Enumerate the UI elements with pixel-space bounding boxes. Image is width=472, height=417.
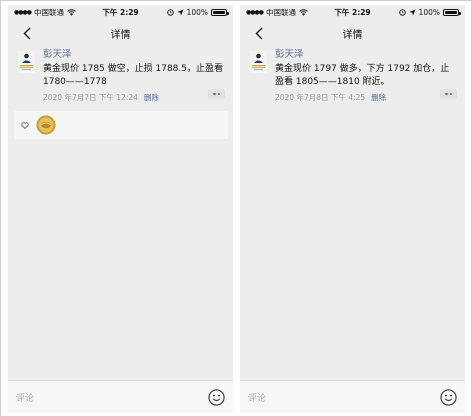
status-bar: ●●●● 中国联通 下午 2:29 100%: [8, 5, 233, 20]
screenshot-frame: ●●●● 中国联通 下午 2:29 100% 详情 彭天泽 黄金现价 1785 …: [0, 0, 472, 417]
author-name[interactable]: 彭天泽: [275, 48, 457, 62]
delete-link[interactable]: 删除: [144, 92, 159, 103]
avatar[interactable]: [250, 51, 267, 73]
battery-icon: [443, 9, 461, 16]
more-dots-icon[interactable]: [440, 89, 457, 99]
heart-icon: [21, 121, 29, 129]
nav-bar: 详情: [240, 20, 465, 46]
likes-panel: [14, 111, 228, 139]
phone-screen-2: ●●●● 中国联通 下午 2:29 100% 详情 彭天泽 黄金现价 1797 …: [240, 5, 465, 413]
page-title: 详情: [342, 29, 363, 41]
status-bar: ●●●● 中国联通 下午 2:29 100%: [240, 5, 465, 20]
comment-input[interactable]: 评论: [16, 391, 208, 404]
back-button[interactable]: [252, 26, 266, 40]
page-title: 详情: [110, 29, 131, 41]
location-icon: [176, 9, 184, 16]
alarm-icon: [398, 9, 406, 16]
phone-screen-1: ●●●● 中国联通 下午 2:29 100% 详情 彭天泽 黄金现价 1785 …: [8, 5, 233, 413]
emoji-icon[interactable]: [440, 388, 457, 406]
comment-bar: 评论: [8, 380, 233, 413]
comment-input[interactable]: 评论: [248, 391, 440, 404]
location-icon: [408, 9, 416, 16]
alarm-icon: [166, 9, 174, 16]
battery-percent: 100%: [186, 8, 208, 17]
post-text: 黄金现价 1797 做多，下方 1792 加仓，止盈看 1805——1810 附…: [275, 64, 450, 87]
nav-bar: 详情: [8, 20, 233, 46]
back-chevron-icon: [255, 27, 263, 39]
back-chevron-icon: [23, 27, 31, 39]
emoji-icon[interactable]: [208, 388, 225, 406]
liker-avatar[interactable]: [36, 115, 56, 135]
battery-percent: 100%: [418, 8, 440, 17]
post-timestamp: 2020 年7月8日 下午 4:25: [275, 93, 366, 102]
delete-link[interactable]: 删除: [371, 92, 386, 103]
more-dots-icon[interactable]: [208, 89, 225, 99]
post-timestamp: 2020 年7月7日 下午 12:24: [43, 93, 138, 102]
avatar[interactable]: [18, 51, 35, 73]
author-name[interactable]: 彭天泽: [43, 48, 225, 62]
back-button[interactable]: [20, 26, 34, 40]
battery-icon: [211, 9, 229, 16]
comment-bar: 评论: [240, 380, 465, 413]
post-text: 黄金现价 1785 做空，止损 1788.5，止盈看 1780——1778: [43, 64, 223, 87]
